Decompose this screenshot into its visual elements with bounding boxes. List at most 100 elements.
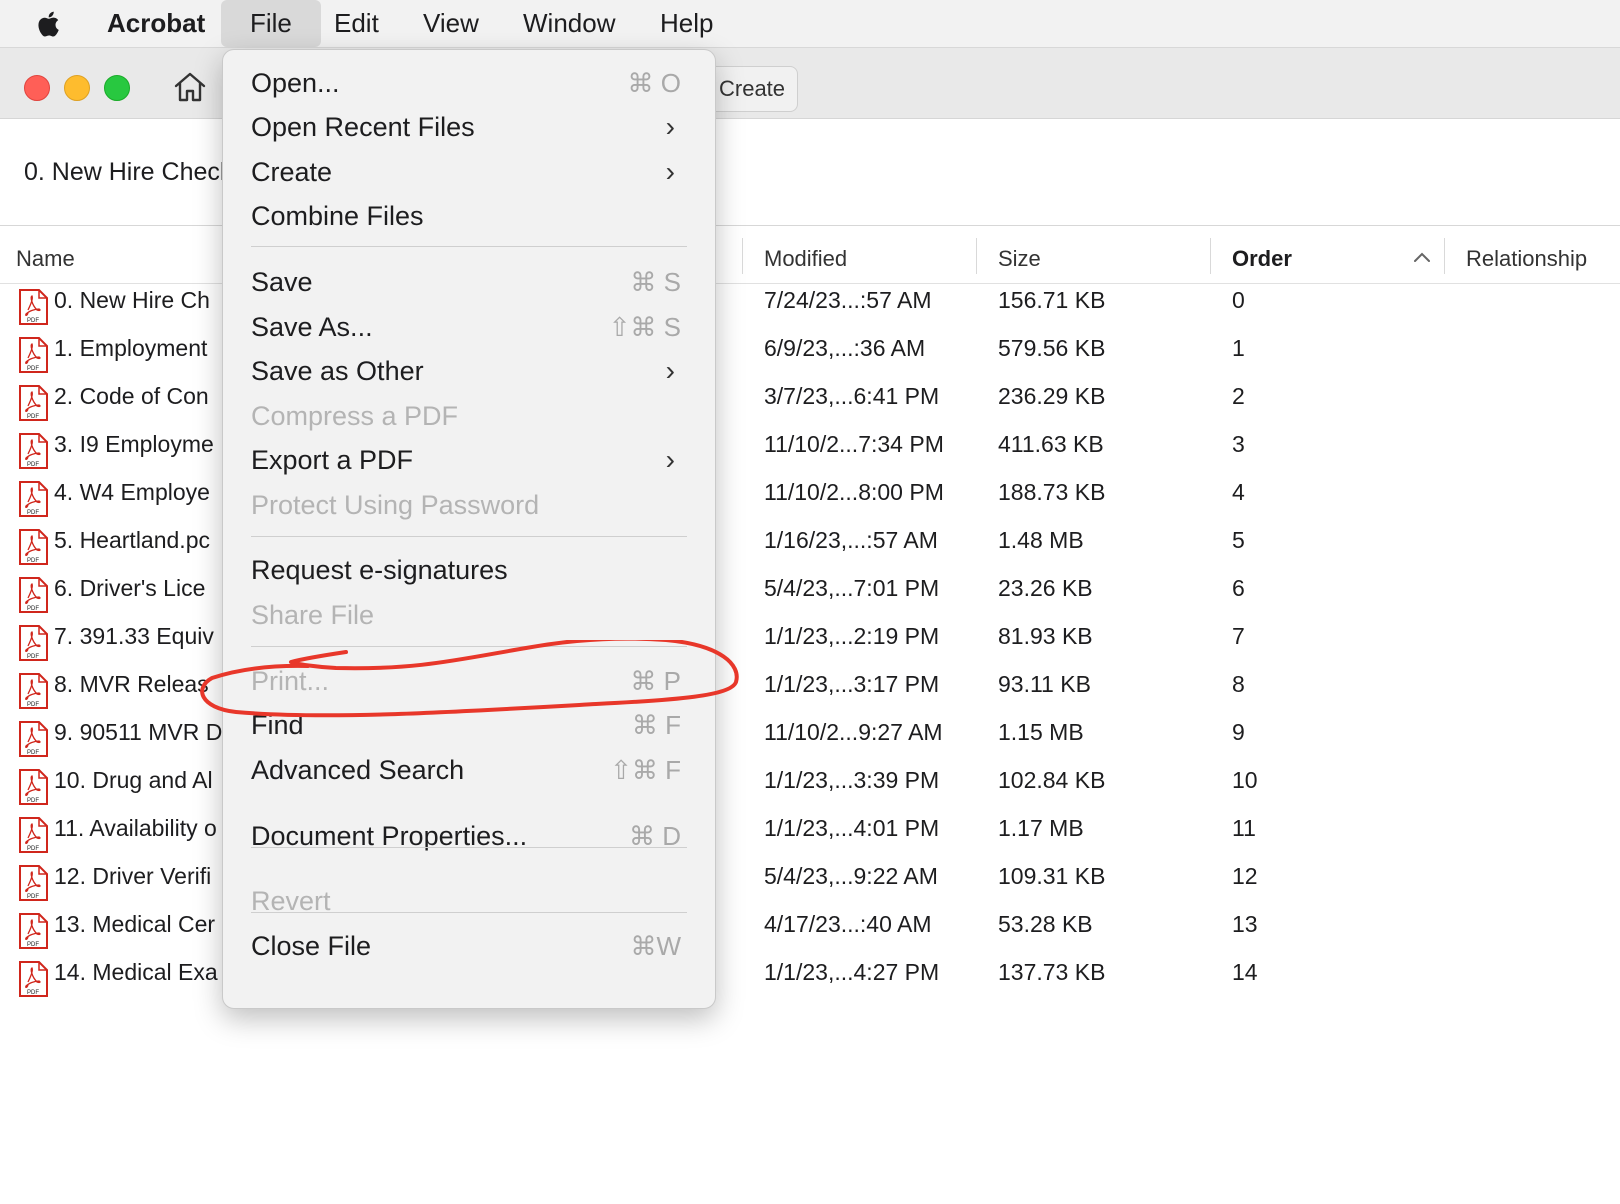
menu-item-find[interactable]: Find ⌘ F xyxy=(251,705,691,749)
pdf-file-icon: PDF xyxy=(19,385,48,421)
menu-item-advanced-search[interactable]: Advanced Search ⇧⌘ F xyxy=(251,750,691,794)
pdf-file-icon: PDF xyxy=(19,913,48,949)
file-name: 5. Heartland.pc xyxy=(54,527,210,553)
column-header-order[interactable]: Order xyxy=(1232,246,1292,272)
file-name: 6. Driver's Lice xyxy=(54,575,206,601)
column-separator[interactable] xyxy=(976,238,977,274)
svg-text:PDF: PDF xyxy=(27,702,39,708)
file-order: 5 xyxy=(1232,527,1245,553)
menu-item-label: Save as Other xyxy=(251,356,424,386)
svg-text:PDF: PDF xyxy=(27,462,39,468)
menu-item-label: Advanced Search xyxy=(251,755,465,785)
column-separator[interactable] xyxy=(742,238,743,274)
shortcut-label: ⌘ P xyxy=(630,666,681,696)
file-order: 1 xyxy=(1232,335,1245,361)
pdf-file-icon: PDF xyxy=(19,289,48,325)
zoom-window-button[interactable] xyxy=(104,75,130,101)
svg-text:PDF: PDF xyxy=(27,558,39,564)
file-name: 11. Availability o xyxy=(54,815,217,841)
minimize-window-button[interactable] xyxy=(64,75,90,101)
shortcut-label: ⌘W xyxy=(630,931,681,961)
shortcut-label: ⌘ S xyxy=(630,267,681,297)
menu-help[interactable]: Help xyxy=(660,0,713,47)
svg-text:PDF: PDF xyxy=(27,318,39,324)
file-size: 1.17 MB xyxy=(998,815,1084,841)
menu-item-export-pdf[interactable]: Export a PDF › xyxy=(251,440,691,484)
column-separator[interactable] xyxy=(1444,238,1445,274)
file-size: 1.48 MB xyxy=(998,527,1084,553)
menu-separator xyxy=(251,646,687,647)
file-modified: 1/1/23,...4:01 PM xyxy=(764,815,940,841)
file-order: 6 xyxy=(1232,575,1245,601)
column-header-name[interactable]: Name xyxy=(16,246,75,272)
file-name: 14. Medical Exa xyxy=(54,959,218,985)
file-modified: 4/17/23...:40 AM xyxy=(764,911,932,937)
svg-text:PDF: PDF xyxy=(27,750,39,756)
menu-item-combine-files[interactable]: Combine Files xyxy=(251,196,691,240)
file-modified: 1/16/23,...:57 AM xyxy=(764,527,938,553)
file-size: 81.93 KB xyxy=(998,623,1093,649)
file-modified: 1/1/23,...3:39 PM xyxy=(764,767,940,793)
menu-item-label: Combine Files xyxy=(251,201,424,231)
file-order: 11 xyxy=(1232,815,1256,841)
file-name: 8. MVR Releas xyxy=(54,671,209,697)
menu-view[interactable]: View xyxy=(423,0,479,47)
column-header-size[interactable]: Size xyxy=(998,246,1041,272)
menu-item-save-as-other[interactable]: Save as Other › xyxy=(251,351,691,395)
menu-item-open[interactable]: Open... ⌘ O xyxy=(251,63,691,107)
menu-separator xyxy=(251,847,687,848)
pdf-file-icon: PDF xyxy=(19,481,48,517)
file-modified: 5/4/23,...7:01 PM xyxy=(764,575,940,601)
svg-text:PDF: PDF xyxy=(27,942,39,948)
home-icon[interactable] xyxy=(172,70,208,104)
menu-edit[interactable]: Edit xyxy=(334,0,379,47)
menu-item-open-recent-files[interactable]: Open Recent Files › xyxy=(251,107,691,151)
shortcut-label: ⌘ F xyxy=(631,710,681,740)
pdf-file-icon: PDF xyxy=(19,577,48,613)
file-order: 0 xyxy=(1232,287,1245,313)
file-name: 12. Driver Verifi xyxy=(54,863,212,889)
chevron-right-icon: › xyxy=(665,444,675,475)
file-size: 93.11 KB xyxy=(998,671,1091,697)
menu-item-label: Close File xyxy=(251,931,372,961)
file-order: 9 xyxy=(1232,719,1245,745)
file-size: 1.15 MB xyxy=(998,719,1084,745)
svg-text:PDF: PDF xyxy=(27,606,39,612)
menu-item-label: Protect Using Password xyxy=(251,490,540,520)
file-order: 3 xyxy=(1232,431,1245,457)
menu-item-revert: Revert xyxy=(251,881,691,925)
file-modified: 11/10/2...7:34 PM xyxy=(764,431,944,457)
menu-item-document-properties[interactable]: Document Properties... ⌘ D xyxy=(251,816,691,860)
svg-text:PDF: PDF xyxy=(27,798,39,804)
menu-item-label: Compress a PDF xyxy=(251,401,459,431)
svg-text:PDF: PDF xyxy=(27,366,39,372)
file-order: 4 xyxy=(1232,479,1245,505)
file-order: 7 xyxy=(1232,623,1245,649)
column-header-relationship[interactable]: Relationship xyxy=(1466,246,1587,272)
svg-text:PDF: PDF xyxy=(27,894,39,900)
column-separator[interactable] xyxy=(1210,238,1211,274)
file-size: 23.26 KB xyxy=(998,575,1093,601)
file-name: 2. Code of Con xyxy=(54,383,209,409)
menu-file[interactable]: File xyxy=(250,0,292,47)
menu-window[interactable]: Window xyxy=(523,0,615,47)
menu-item-save-as[interactable]: Save As... ⇧⌘ S xyxy=(251,307,691,351)
menu-item-label: Save As... xyxy=(251,312,373,342)
file-modified: 7/24/23...:57 AM xyxy=(764,287,932,313)
file-modified: 3/7/23,...6:41 PM xyxy=(764,383,940,409)
sort-ascending-icon[interactable] xyxy=(1413,250,1431,264)
menu-item-save[interactable]: Save ⌘ S xyxy=(251,262,691,306)
menu-item-request-e-signatures[interactable]: Request e-signatures xyxy=(251,550,691,594)
menu-item-create[interactable]: Create › xyxy=(251,152,691,196)
close-window-button[interactable] xyxy=(24,75,50,101)
file-size: 236.29 KB xyxy=(998,383,1106,409)
app-name-menu[interactable]: Acrobat xyxy=(107,0,205,47)
file-name: 13. Medical Cer xyxy=(54,911,216,937)
menu-separator xyxy=(251,246,687,247)
file-name: 4. W4 Employe xyxy=(54,479,210,505)
document-title: 0. New Hire Checl xyxy=(24,158,226,186)
menu-item-close-file[interactable]: Close File ⌘W xyxy=(251,926,691,970)
apple-icon[interactable] xyxy=(36,0,68,47)
menu-item-label: Open Recent Files xyxy=(251,112,475,142)
column-header-modified[interactable]: Modified xyxy=(764,246,847,272)
